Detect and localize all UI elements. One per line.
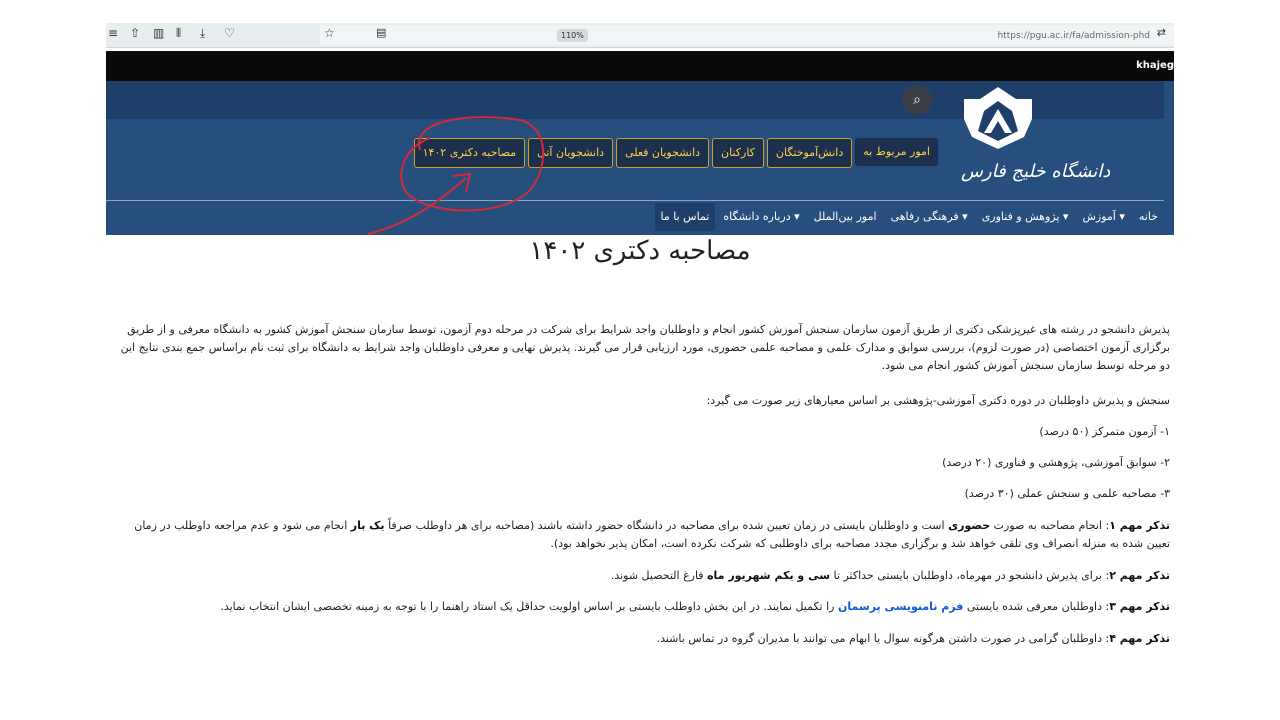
annotation-arrow [367,177,467,235]
annotation-overlay [367,116,544,235]
annotation-circle [400,116,544,212]
